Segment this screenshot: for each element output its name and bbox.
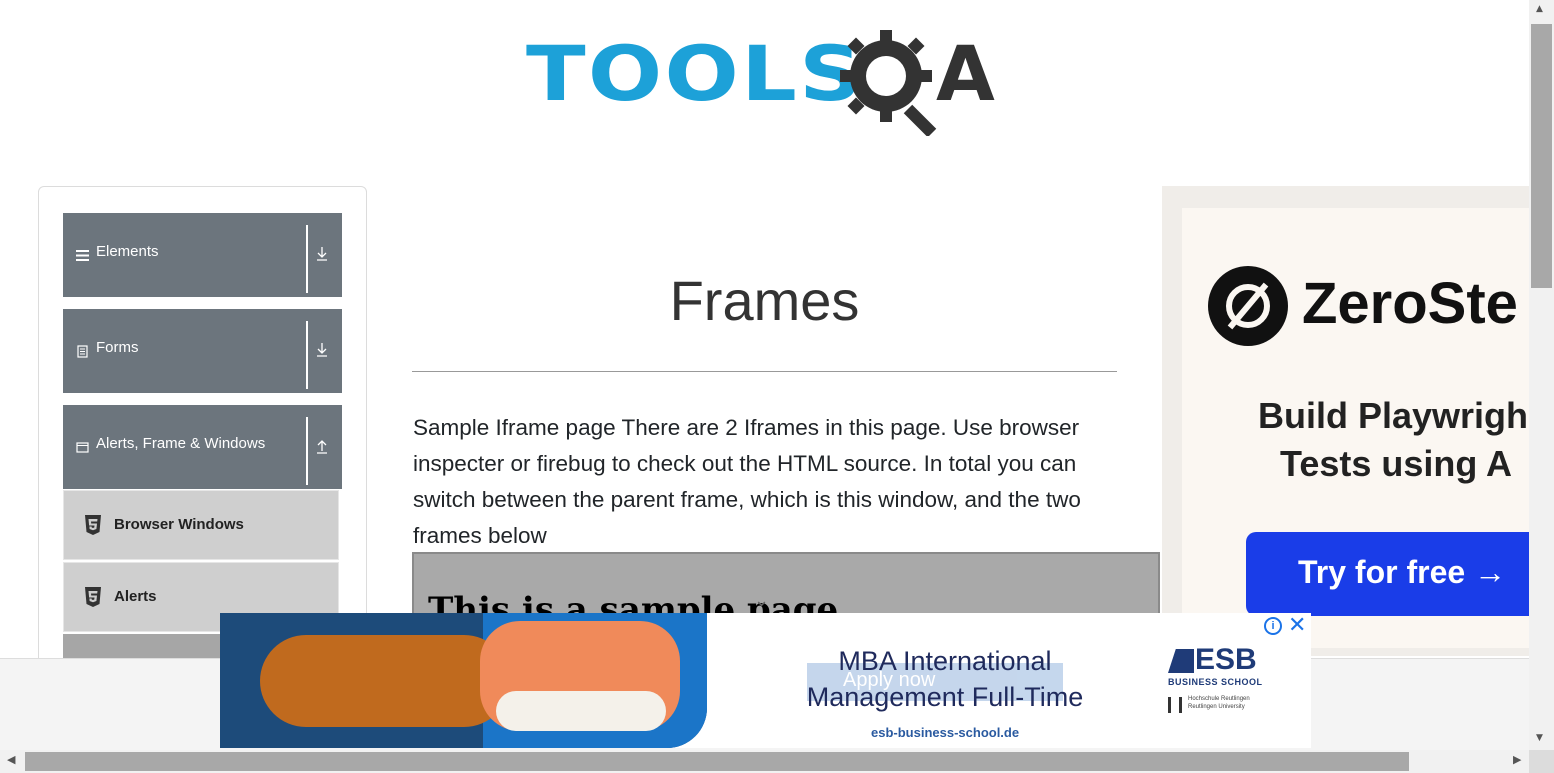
sidebar-group-label: Forms bbox=[96, 339, 139, 356]
sidebar-group-forms[interactable]: Forms bbox=[63, 309, 342, 393]
viewport: TOOLS A Elements Forms Alerts, Frame & W… bbox=[0, 0, 1529, 750]
scroll-left-icon[interactable]: ◀ bbox=[7, 753, 15, 766]
ad-close-icon[interactable]: ✕ bbox=[1288, 613, 1306, 639]
document-icon bbox=[77, 345, 88, 358]
divider bbox=[306, 417, 308, 485]
try-for-free-button[interactable]: Try for free → bbox=[1246, 532, 1529, 616]
vertical-scroll-thumb[interactable] bbox=[1531, 24, 1552, 288]
html5-icon bbox=[85, 587, 101, 607]
sidebar-item-label: Browser Windows bbox=[114, 516, 244, 533]
sidebar-group-label: Alerts, Frame & Windows bbox=[96, 435, 266, 452]
ad-headline: Build Playwrigh Tests using A bbox=[1258, 392, 1529, 488]
window-icon bbox=[76, 442, 89, 453]
gear-magnifier-icon bbox=[840, 30, 937, 136]
ad-url-link[interactable]: esb-business-school.de bbox=[871, 725, 1019, 740]
esb-university: Hochschule Reutlingen Reutlingen Univers… bbox=[1188, 696, 1250, 710]
page-title: Frames bbox=[669, 269, 860, 332]
zerostep-logo-icon bbox=[1208, 266, 1288, 346]
download-arrow-icon[interactable] bbox=[315, 245, 329, 263]
sidebar-item-browser-windows[interactable]: Browser Windows bbox=[63, 490, 339, 560]
ad-right-banner[interactable]: ZeroSte Build Playwrigh Tests using A Tr… bbox=[1162, 186, 1529, 656]
divider bbox=[306, 225, 308, 293]
horizontal-scrollbar[interactable]: ◀ ▶ bbox=[0, 750, 1529, 773]
esb-logo-text: ESB bbox=[1195, 643, 1257, 676]
horizontal-scroll-thumb[interactable] bbox=[25, 752, 1409, 771]
sidebar-group-alerts-frame-windows[interactable]: Alerts, Frame & Windows bbox=[63, 405, 342, 489]
sidebar-group-elements[interactable]: Elements bbox=[63, 213, 342, 297]
hamburger-icon bbox=[76, 250, 89, 261]
ad-headline: MBA International Management Full-Time bbox=[806, 646, 1084, 712]
ad-food-image bbox=[220, 613, 707, 748]
upload-arrow-icon[interactable] bbox=[315, 437, 329, 455]
sidebar-item-label: Alerts bbox=[114, 588, 157, 605]
scroll-down-icon[interactable]: ▼ bbox=[1536, 733, 1543, 743]
scrollbar-corner bbox=[1529, 750, 1554, 773]
university-mark-icon bbox=[1168, 697, 1182, 713]
page-description: Sample Iframe page There are 2 Iframes i… bbox=[413, 415, 1081, 548]
esb-mark-icon bbox=[1168, 649, 1194, 673]
download-arrow-icon[interactable] bbox=[315, 341, 329, 359]
ad-brand-name: ZeroSte bbox=[1302, 271, 1518, 336]
divider bbox=[306, 321, 308, 389]
logo-tools-text: TOOLS bbox=[526, 29, 865, 118]
esb-subtitle: BUSINESS SCHOOL bbox=[1168, 677, 1263, 687]
vertical-scrollbar[interactable]: ▲ ▼ bbox=[1529, 0, 1554, 750]
ad-headline-line1: Build Playwrigh bbox=[1258, 395, 1529, 436]
ad-headline-line2: Tests using A bbox=[1280, 443, 1513, 484]
sidebar: Elements Forms Alerts, Frame & Windows B… bbox=[38, 186, 367, 686]
toolsqa-logo[interactable]: TOOLS A bbox=[526, 24, 1010, 136]
ad-bottom-banner[interactable]: Apply now MBA International Management F… bbox=[220, 613, 1311, 748]
ad-info-icon[interactable]: i bbox=[1264, 617, 1282, 635]
scroll-right-icon[interactable]: ▶ bbox=[1513, 753, 1521, 766]
scroll-up-icon[interactable]: ▲ bbox=[1536, 4, 1543, 14]
logo-a-text: A bbox=[936, 29, 995, 118]
html5-icon bbox=[85, 515, 101, 535]
chevron-down-icon: ⌄ bbox=[754, 590, 770, 611]
sidebar-group-label: Elements bbox=[96, 243, 159, 260]
title-divider bbox=[412, 371, 1117, 372]
